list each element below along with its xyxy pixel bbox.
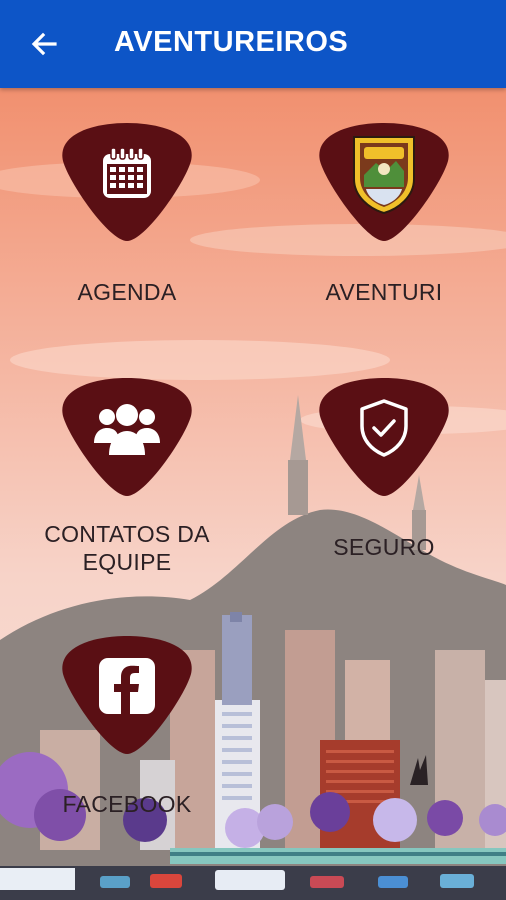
menu-label-facebook: FACEBOOK — [62, 791, 192, 817]
menu-item-aventuri[interactable] — [318, 123, 450, 243]
calendar-icon — [61, 123, 193, 223]
facebook-icon — [61, 636, 193, 736]
menu-item-agenda[interactable] — [61, 123, 193, 243]
shield-check-icon — [318, 378, 450, 478]
menu-item-facebook[interactable] — [61, 636, 193, 756]
back-button[interactable] — [24, 24, 64, 64]
menu-label-contatos-da-equipe: CONTATOS DA EQUIPE — [44, 521, 210, 575]
menu-label-seguro: SEGURO — [333, 534, 435, 560]
app-bar: AVENTUREIROS — [0, 0, 506, 88]
badge-emblem-icon — [318, 123, 450, 223]
menu-item-seguro[interactable] — [318, 378, 450, 498]
menu-item-contatos-da-equipe[interactable] — [61, 378, 193, 498]
menu-label-aventuri: AVENTURI — [325, 279, 443, 305]
group-icon — [61, 378, 193, 478]
menu-label-agenda: AGENDA — [77, 279, 177, 305]
arrow-left-icon — [31, 32, 57, 56]
page-title: AVENTUREIROS — [114, 26, 349, 58]
